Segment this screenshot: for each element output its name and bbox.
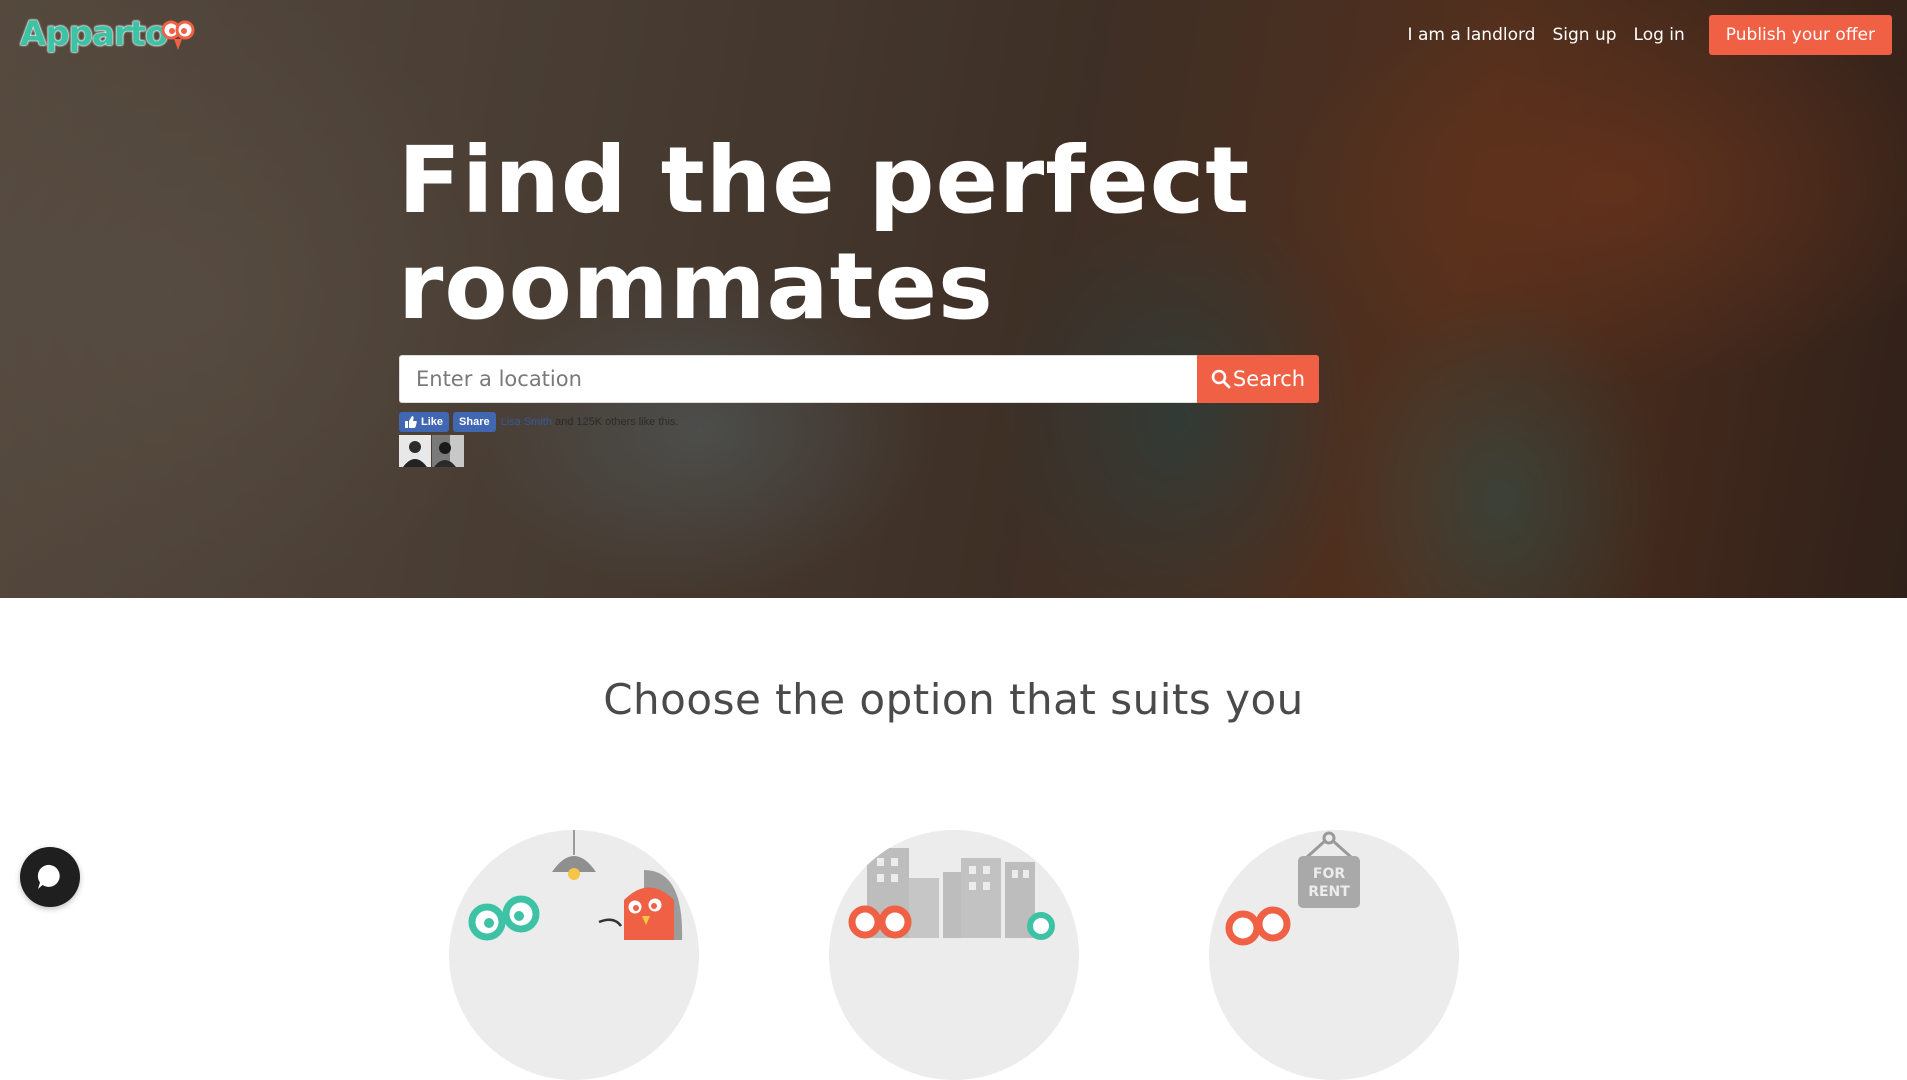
nav-landlord-link[interactable]: I am a landlord bbox=[1408, 25, 1536, 45]
facebook-like-label: Like bbox=[421, 416, 444, 428]
friend-avatar[interactable] bbox=[399, 435, 431, 467]
apparto-logo[interactable]: Apparto bbox=[20, 14, 195, 54]
facebook-friend-faces bbox=[399, 435, 465, 467]
facebook-share-label: Share bbox=[459, 416, 490, 428]
facebook-like-button[interactable]: Like bbox=[399, 412, 450, 432]
city-skyline-illustration bbox=[848, 848, 1055, 940]
top-navigation: I am a landlord Sign up Log in Publish y… bbox=[1408, 15, 1892, 55]
option-browse-city[interactable] bbox=[829, 830, 1079, 1080]
for-rent-sign-text: RENT bbox=[1308, 884, 1350, 900]
facebook-friend-link[interactable]: Lisa Smith bbox=[501, 416, 552, 428]
search-button[interactable]: Search bbox=[1197, 355, 1319, 403]
for-rent-sign-text: FOR bbox=[1313, 866, 1345, 882]
search-button-label: Search bbox=[1232, 367, 1306, 391]
owls-lamp-illustration bbox=[468, 830, 683, 941]
search-icon bbox=[1211, 369, 1231, 389]
owl-eyes-icon bbox=[161, 20, 195, 50]
thumbs-up-icon bbox=[405, 416, 417, 428]
option-find-roommate[interactable] bbox=[449, 830, 699, 1080]
for-rent-sign-illustration: FOR RENT bbox=[1225, 831, 1360, 946]
location-search-input[interactable] bbox=[399, 355, 1197, 403]
live-chat-button[interactable] bbox=[20, 847, 80, 907]
nav-login-link[interactable]: Log in bbox=[1634, 25, 1685, 45]
friend-avatar[interactable] bbox=[432, 435, 464, 467]
logo-text: Apparto bbox=[20, 14, 168, 54]
nav-signup-link[interactable]: Sign up bbox=[1552, 25, 1616, 45]
headline-line-1: Find the perfect bbox=[398, 127, 1251, 234]
publish-offer-button[interactable]: Publish your offer bbox=[1708, 15, 1892, 55]
hero-banner: Apparto I am a landlord Sign up Log in P… bbox=[0, 0, 1907, 598]
option-list-for-rent[interactable]: FOR RENT bbox=[1209, 830, 1459, 1080]
hero-headline: Find the perfect roommates bbox=[398, 128, 1298, 340]
facebook-like-count: Lisa Smith and 125K others like this. bbox=[501, 416, 679, 428]
headline-line-2: roommates bbox=[398, 233, 994, 340]
facebook-others-text: and 125K others like this. bbox=[555, 416, 679, 428]
facebook-like-widget: Like Share Lisa Smith and 125K others li… bbox=[399, 412, 679, 432]
location-search-bar: Search bbox=[399, 355, 1319, 403]
options-section-title: Choose the option that suits you bbox=[603, 675, 1304, 724]
facebook-share-button[interactable]: Share bbox=[453, 412, 496, 432]
chat-icon bbox=[37, 864, 60, 889]
